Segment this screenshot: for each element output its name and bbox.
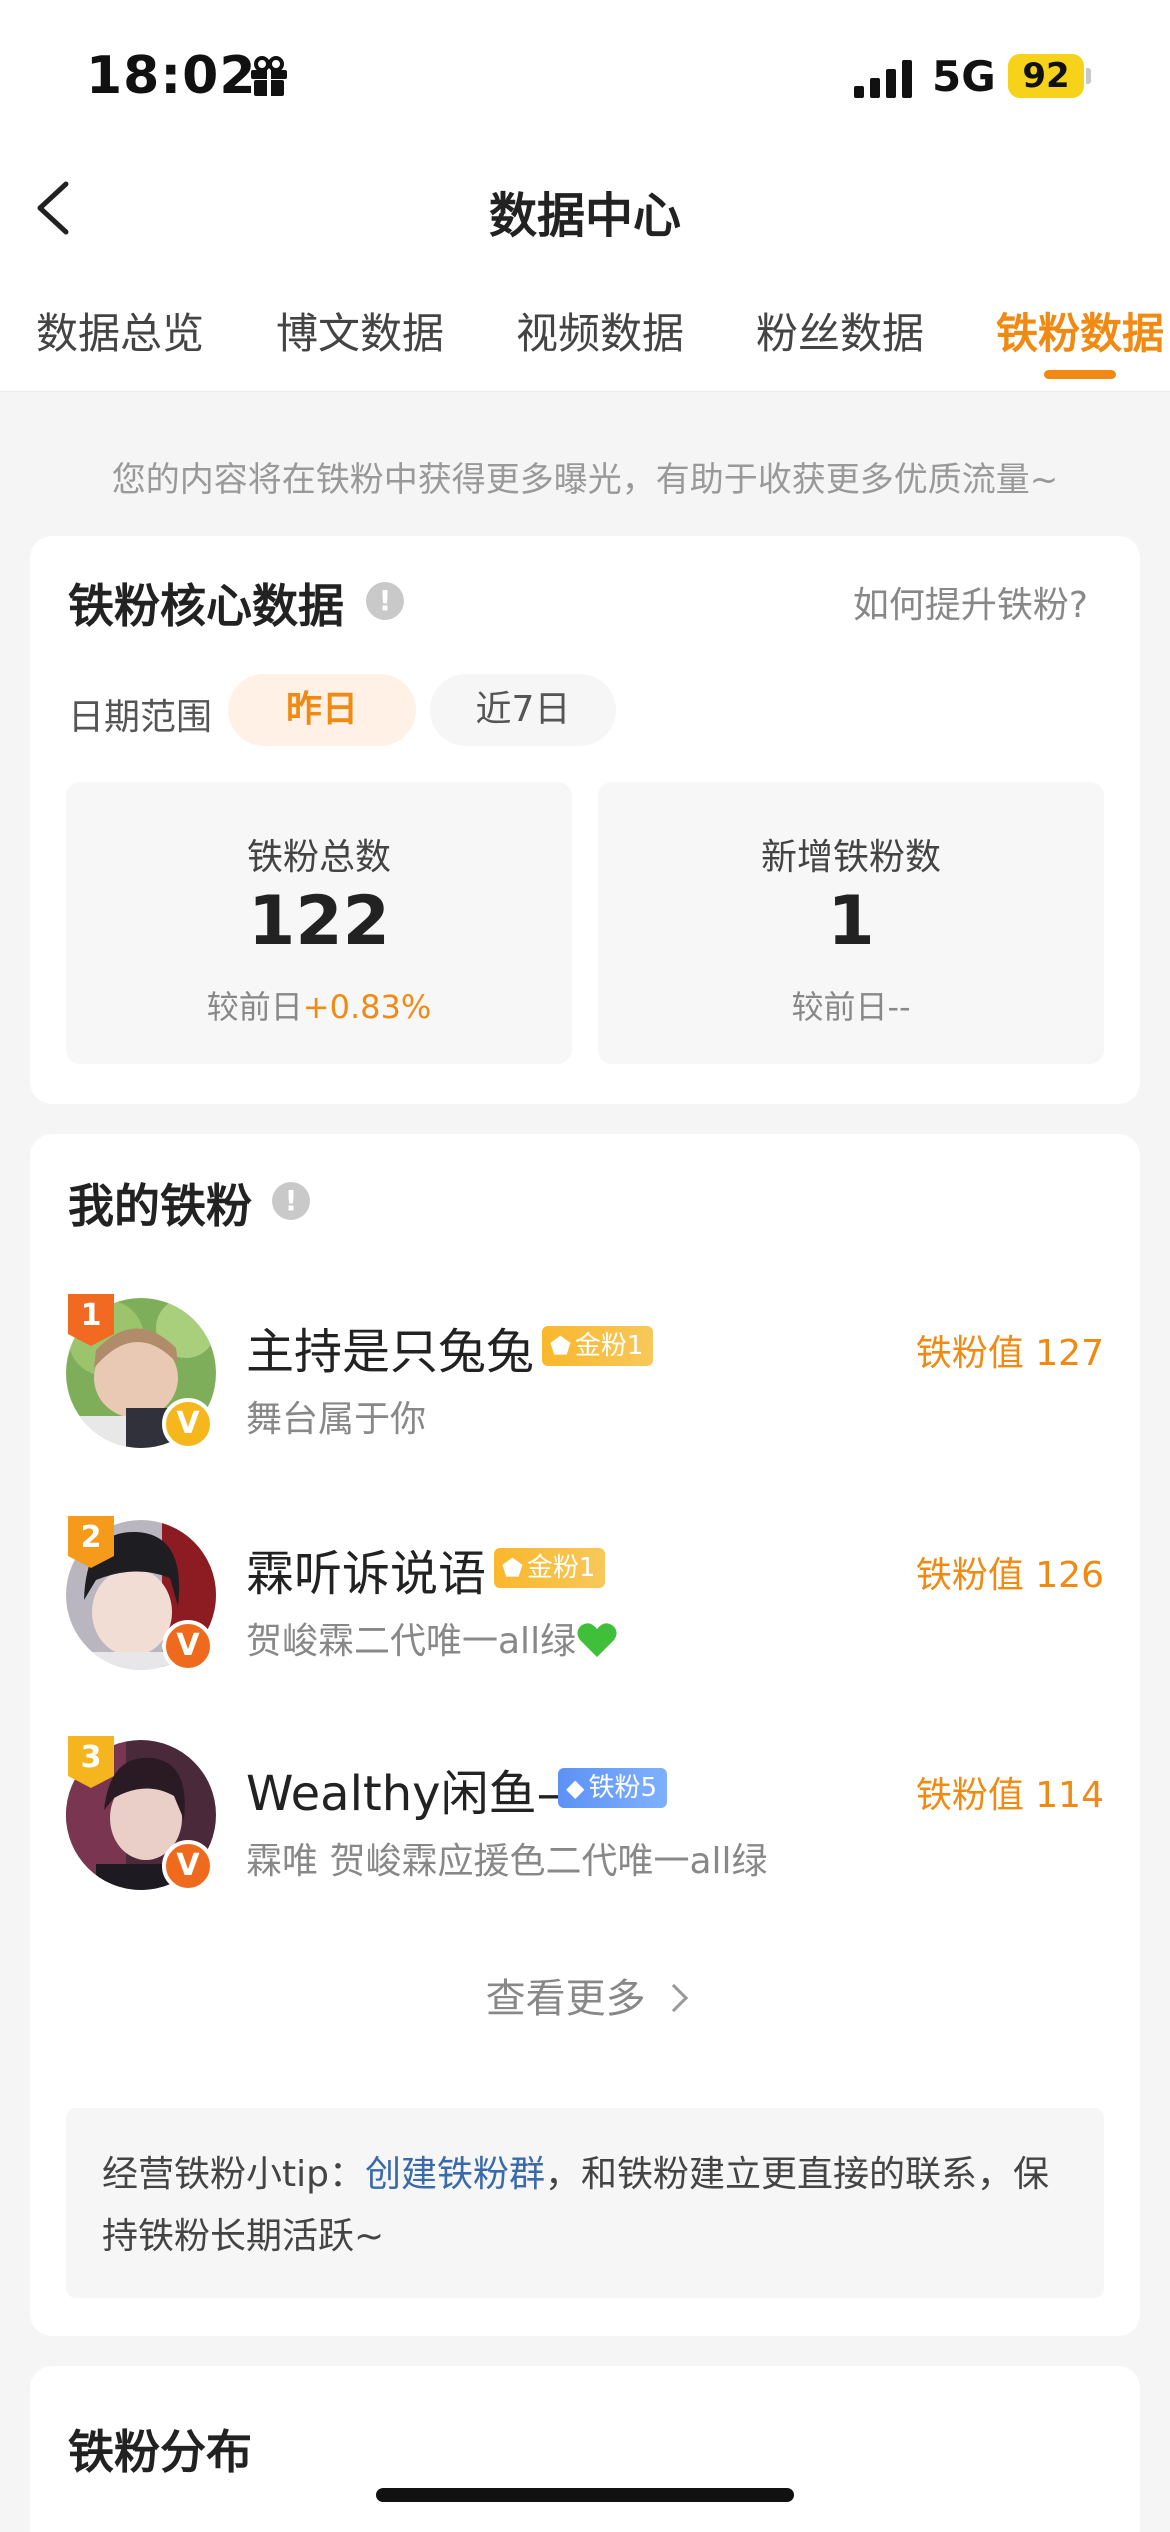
compare-change: -- bbox=[887, 988, 911, 1026]
info-icon[interactable]: ! bbox=[366, 582, 404, 620]
status-time: 18:02 bbox=[86, 46, 257, 106]
total-fans-stat: 铁粉总数 122 较前日+0.83% bbox=[66, 782, 572, 1064]
view-more-label: 查看更多 bbox=[485, 1976, 646, 2022]
core-data-card: 铁粉核心数据 ! 如何提升铁粉? 日期范围 昨日 近7日 铁粉总数 122 较前… bbox=[30, 536, 1140, 1104]
fan-description: 贺峻霖二代唯一all绿 bbox=[246, 1612, 618, 1664]
rank-badge: 3 bbox=[66, 1734, 116, 1790]
stat-value: 1 bbox=[827, 882, 875, 961]
compare-change: +0.83% bbox=[302, 988, 432, 1026]
fan-level-label: 金粉1 bbox=[574, 1331, 644, 1361]
core-data-title: 铁粉核心数据 bbox=[68, 579, 344, 633]
how-to-improve-link[interactable]: 如何提升铁粉? bbox=[853, 576, 1088, 628]
nav-bar: 数据中心 bbox=[0, 150, 1170, 270]
fan-distribution-card: 铁粉分布 bbox=[30, 2366, 1140, 2532]
battery-tip bbox=[1086, 68, 1091, 84]
fan-name: Wealthy闲鱼– bbox=[246, 1766, 561, 1822]
verified-badge-icon: V bbox=[162, 1840, 214, 1892]
active-tab-indicator bbox=[1044, 370, 1116, 379]
create-fan-group-link[interactable]: 创建铁粉群 bbox=[365, 2154, 545, 2195]
new-fans-stat: 新增铁粉数 1 较前日-- bbox=[598, 782, 1104, 1064]
tab-post-data[interactable]: 博文数据 bbox=[276, 300, 444, 361]
signal-icon bbox=[854, 60, 912, 98]
verified-badge-icon: V bbox=[162, 1620, 214, 1672]
verified-badge-icon: V bbox=[162, 1398, 214, 1450]
diamond-icon: ◆ bbox=[566, 1774, 585, 1802]
my-fans-title: 我的铁粉 bbox=[68, 1179, 252, 1233]
fan-name: 主持是只兔兔 bbox=[246, 1324, 535, 1380]
battery-icon: 92 bbox=[1008, 54, 1084, 98]
status-bar: 18:02 5G 92 bbox=[0, 0, 1170, 150]
fan-level-badge: ◆ 铁粉5 bbox=[558, 1768, 668, 1808]
gift-icon bbox=[251, 56, 287, 96]
stat-compare: 较前日-- bbox=[598, 982, 1104, 1028]
tab-overview[interactable]: 数据总览 bbox=[36, 300, 204, 361]
fan-description: 霖唯 贺峻霖应援色二代唯一all绿 bbox=[246, 1841, 768, 1882]
stat-label: 铁粉总数 bbox=[246, 837, 391, 878]
tip-prefix: 经营铁粉小tip： bbox=[102, 2154, 365, 2195]
chevron-right-icon bbox=[660, 1983, 689, 2013]
rank-number: 1 bbox=[80, 1298, 102, 1333]
date-range-label: 日期范围 bbox=[68, 697, 213, 738]
network-type: 5G bbox=[932, 52, 996, 101]
gold-gem-icon: ⬟ bbox=[550, 1332, 571, 1360]
fan-name: 霖听诉说语 bbox=[246, 1546, 487, 1602]
fan-description: 舞台属于你 bbox=[246, 1399, 427, 1440]
fan-level-label: 金粉1 bbox=[526, 1553, 596, 1583]
fan-distribution-title: 铁粉分布 bbox=[68, 2425, 252, 2479]
rank-badge: 1 bbox=[66, 1292, 116, 1348]
fan-level-badge: ⬟ 金粉1 bbox=[542, 1326, 654, 1366]
rank-badge: 2 bbox=[66, 1514, 116, 1570]
fan-level-badge: ⬟ 金粉1 bbox=[494, 1548, 606, 1588]
fan-score: 铁粉值 127 bbox=[915, 1333, 1104, 1374]
compare-label: 较前日 bbox=[206, 988, 303, 1026]
range-7-days[interactable]: 近7日 bbox=[430, 674, 616, 746]
stat-compare: 较前日+0.83% bbox=[66, 982, 572, 1028]
range-yesterday[interactable]: 昨日 bbox=[228, 674, 416, 746]
home-indicator[interactable] bbox=[376, 2488, 794, 2502]
green-heart-icon bbox=[577, 1623, 617, 1657]
tab-fans-data[interactable]: 粉丝数据 bbox=[756, 300, 924, 361]
view-more-link[interactable]: 查看更多 bbox=[30, 1966, 1140, 2024]
info-banner: 您的内容将在铁粉中获得更多曝光，有助于收获更多优质流量~ bbox=[111, 460, 1059, 500]
fan-level-label: 铁粉5 bbox=[588, 1773, 658, 1803]
fan-row[interactable]: 1 V 主持是只兔兔 ⬟ 金粉1 舞台属于你 铁粉值 127 bbox=[30, 1294, 1140, 1458]
fan-row[interactable]: 2 V 霖听诉说语 ⬟ 金粉1 贺峻霖二代唯一all绿 铁粉值 126 bbox=[30, 1516, 1140, 1680]
fan-score: 铁粉值 126 bbox=[915, 1555, 1104, 1596]
fan-description-text: 贺峻霖二代唯一all绿 bbox=[246, 1621, 577, 1662]
stat-value: 122 bbox=[248, 882, 390, 961]
fan-score: 铁粉值 114 bbox=[915, 1775, 1104, 1816]
stat-label: 新增铁粉数 bbox=[760, 837, 941, 878]
tab-bar: 数据总览 博文数据 视频数据 粉丝数据 铁粉数据 bbox=[0, 270, 1170, 392]
fan-tip-box: 经营铁粉小tip：创建铁粉群，和铁粉建立更直接的联系，保持铁粉长期活跃~ bbox=[66, 2108, 1104, 2298]
tab-iron-fans-data[interactable]: 铁粉数据 bbox=[996, 300, 1164, 361]
info-icon[interactable]: ! bbox=[272, 1182, 310, 1220]
rank-number: 3 bbox=[80, 1740, 102, 1775]
page-title: 数据中心 bbox=[488, 188, 681, 244]
gold-gem-icon: ⬟ bbox=[502, 1554, 523, 1582]
rank-number: 2 bbox=[80, 1520, 102, 1555]
compare-label: 较前日 bbox=[791, 988, 888, 1026]
tab-video-data[interactable]: 视频数据 bbox=[516, 300, 684, 361]
my-fans-card: 我的铁粉 ! 1 V 主持是只兔兔 ⬟ 金粉1 舞台属于你 铁粉值 127 2 … bbox=[30, 1134, 1140, 2336]
fan-row[interactable]: 3 V Wealthy闲鱼– ◆ 铁粉5 霖唯 贺峻霖应援色二代唯一all绿 铁粉… bbox=[30, 1736, 1140, 1900]
